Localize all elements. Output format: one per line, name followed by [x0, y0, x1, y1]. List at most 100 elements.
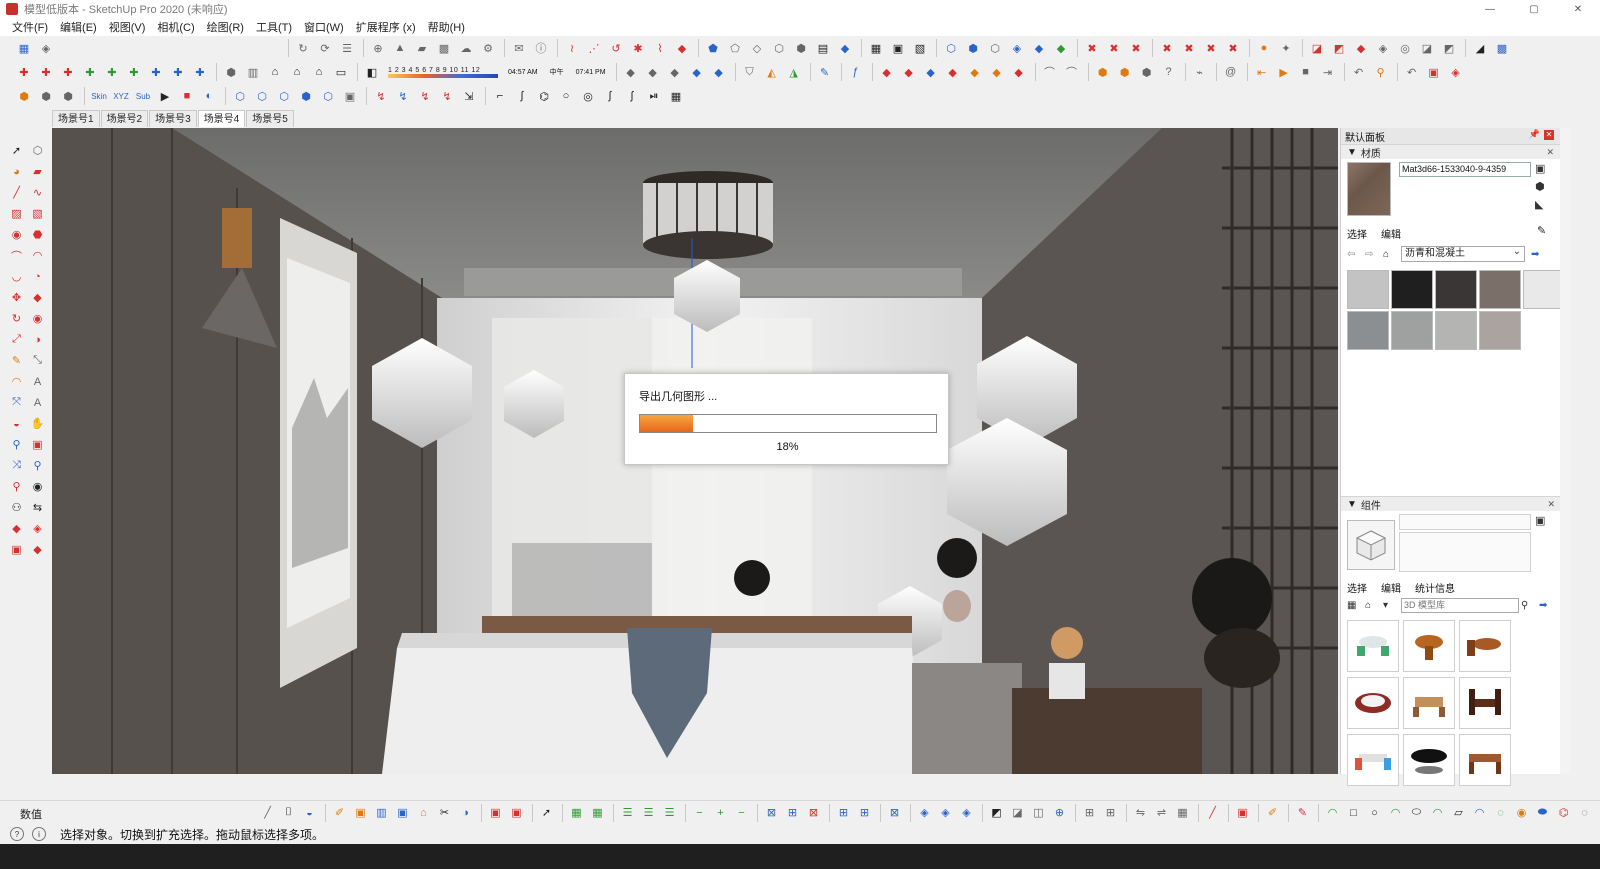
shape-7-icon[interactable]: ◆ [835, 38, 855, 58]
eraser-icon[interactable]: ▰ [27, 161, 48, 182]
previous-view-icon[interactable]: ⚲ [27, 455, 48, 476]
play-icon[interactable]: ▶ [1274, 62, 1294, 82]
axis-2-icon[interactable]: ✚ [36, 62, 56, 82]
back-arrow-icon[interactable]: ⇦ [1347, 249, 1361, 260]
components-edit-tab[interactable]: 编辑 [1381, 580, 1401, 595]
play-pause-icon[interactable]: ⏯ [644, 86, 664, 106]
bottom-misc-3-icon[interactable]: ◈ [957, 803, 976, 822]
text-tool-icon[interactable]: A [27, 371, 48, 392]
material-name-field[interactable]: Mat3d66-1533040-9-4359 [1399, 162, 1531, 177]
red-shape-1-icon[interactable]: ✖ [1082, 38, 1102, 58]
photo-texture-icon[interactable]: ▰ [412, 38, 432, 58]
red-shape-3-icon[interactable]: ✖ [1126, 38, 1146, 58]
group-4-icon[interactable]: ◆ [687, 62, 707, 82]
cube-yellow-2-icon[interactable]: ⬢ [1115, 62, 1135, 82]
cube-5-icon[interactable]: ◆ [1029, 38, 1049, 58]
bottom-red-pencil-icon[interactable]: ✎ [1293, 803, 1312, 822]
bottom-dash-icon[interactable]: − [732, 803, 751, 822]
menu-camera[interactable]: 相机(C) [157, 19, 194, 35]
axis-4-icon[interactable]: ✚ [80, 62, 100, 82]
bottom-misc-11-icon[interactable]: ⇌ [1152, 803, 1171, 822]
spiral-icon[interactable]: @ [1221, 62, 1241, 82]
close-window-icon[interactable]: ✕ [1556, 0, 1600, 18]
component-details-arrow-icon[interactable]: ➡ [1539, 600, 1553, 611]
cube-blue-5-icon[interactable]: ⬡ [318, 86, 338, 106]
pin-icon[interactable]: 📌 [1529, 129, 1540, 140]
layer-4-icon[interactable]: ◈ [1373, 38, 1393, 58]
red-solid-3-icon[interactable]: ◆ [943, 62, 963, 82]
bottom-line-icon[interactable]: ╱ [1203, 803, 1222, 822]
materials-edit-tab[interactable]: 编辑 [1381, 226, 1401, 241]
calculator-icon[interactable]: ▦ [666, 86, 686, 106]
mail-icon[interactable]: ✉ [509, 38, 529, 58]
slash-icon[interactable]: ◢ [1470, 38, 1490, 58]
shield-icon[interactable]: ⛉ [740, 62, 760, 82]
red-tool-2-icon[interactable]: ⋰ [584, 38, 604, 58]
sample-paint-icon[interactable]: ✎ [1537, 224, 1546, 237]
pink-solid-icon[interactable]: ◆ [1009, 62, 1029, 82]
walk-icon[interactable]: ↶ [1349, 62, 1369, 82]
bezier-3-icon[interactable]: ⌬ [534, 86, 554, 106]
menu-extensions[interactable]: 扩展程序 (x) [356, 19, 416, 35]
bottom-brush-2-icon[interactable]: ✐ [1263, 803, 1282, 822]
red-tool-5-icon[interactable]: ⌇ [650, 38, 670, 58]
swirl-icon[interactable]: ◐ [199, 86, 219, 106]
orange-solid-1-icon[interactable]: ◆ [965, 62, 985, 82]
scene-tab-3[interactable]: 场景号3 [149, 110, 197, 127]
menu-help[interactable]: 帮助(H) [428, 19, 465, 35]
bottom-pencil-icon[interactable]: ╱ [258, 803, 277, 822]
move-icon[interactable]: ✥ [6, 287, 27, 308]
materials-section-header[interactable]: ▼ 材质 ✕ [1341, 144, 1560, 160]
text-style-icon[interactable]: ✎ [815, 62, 835, 82]
zoom-window-icon[interactable]: ▣ [27, 434, 48, 455]
bottom-scissors-icon[interactable]: ✂ [435, 803, 454, 822]
view-table-icon[interactable]: ▦ [866, 38, 886, 58]
bottom-grn-2-icon[interactable]: ▦ [588, 803, 607, 822]
bottom-blue-2-icon[interactable]: ⊞ [783, 803, 802, 822]
bottom-shape-3-icon[interactable]: ○ [1365, 803, 1384, 822]
bottom-tag-icon[interactable]: ◑ [456, 803, 475, 822]
red-shape-4-icon[interactable]: ✖ [1157, 38, 1177, 58]
house-3-icon[interactable]: ⌂ [309, 62, 329, 82]
layer-6-icon[interactable]: ◪ [1417, 38, 1437, 58]
axis-6-icon[interactable]: ✚ [124, 62, 144, 82]
create-material-icon[interactable]: ⬢ [1535, 180, 1549, 198]
xyz-button[interactable]: XYZ [111, 86, 131, 106]
component-description-field[interactable] [1399, 532, 1531, 572]
axes-icon[interactable]: ⤧ [6, 392, 27, 413]
house-4-icon[interactable]: ▭ [331, 62, 351, 82]
axis-7-icon[interactable]: ✚ [146, 62, 166, 82]
bottom-bracket-icon[interactable]: ⌷ [279, 803, 298, 822]
section-1-icon[interactable]: ↯ [371, 86, 391, 106]
scale-icon[interactable]: ⤢ [6, 329, 27, 350]
bezier-1-icon[interactable]: ⌐ [490, 86, 510, 106]
material-swatch[interactable] [1523, 270, 1565, 309]
cube-blue-2-icon[interactable]: ⬡ [252, 86, 272, 106]
bottom-misc-7-icon[interactable]: ⊕ [1050, 803, 1069, 822]
bottom-shape-2-icon[interactable]: □ [1344, 803, 1363, 822]
bottom-grn-1-icon[interactable]: ▦ [567, 803, 586, 822]
view-grid-icon[interactable]: ▣ [888, 38, 908, 58]
component-thumbnail[interactable] [1459, 677, 1511, 729]
fx-icon[interactable]: ƒ [846, 62, 866, 82]
bottom-misc-12-icon[interactable]: ▦ [1173, 803, 1192, 822]
minimize-icon[interactable]: — [1468, 0, 1512, 18]
rotated-rect-icon[interactable]: ▧ [27, 203, 48, 224]
bottom-blue-1-icon[interactable]: ⊠ [762, 803, 781, 822]
shape-1-icon[interactable]: ⬟ [703, 38, 723, 58]
red-shape-2-icon[interactable]: ✖ [1104, 38, 1124, 58]
pencil-icon[interactable]: ╱ [6, 182, 27, 203]
record-icon[interactable]: ■ [177, 86, 197, 106]
blue-solid-icon[interactable]: ◆ [921, 62, 941, 82]
model-info-icon[interactable]: ▦ [14, 38, 34, 58]
pan-icon[interactable]: ✋ [27, 413, 48, 434]
tray-scrollbar[interactable] [1560, 128, 1570, 774]
menu-draw[interactable]: 绘图(R) [207, 19, 244, 35]
bottom-align-3-icon[interactable]: ☰ [660, 803, 679, 822]
person-card-icon[interactable]: ▣ [340, 86, 360, 106]
bottom-shape-14-icon[interactable]: ⤢ [1596, 803, 1600, 822]
section-plane-icon[interactable]: ⇆ [27, 497, 48, 518]
material-swatch[interactable] [1479, 311, 1521, 350]
sandbox-1-icon[interactable]: ◭ [762, 62, 782, 82]
shape-2-icon[interactable]: ⬠ [725, 38, 745, 58]
